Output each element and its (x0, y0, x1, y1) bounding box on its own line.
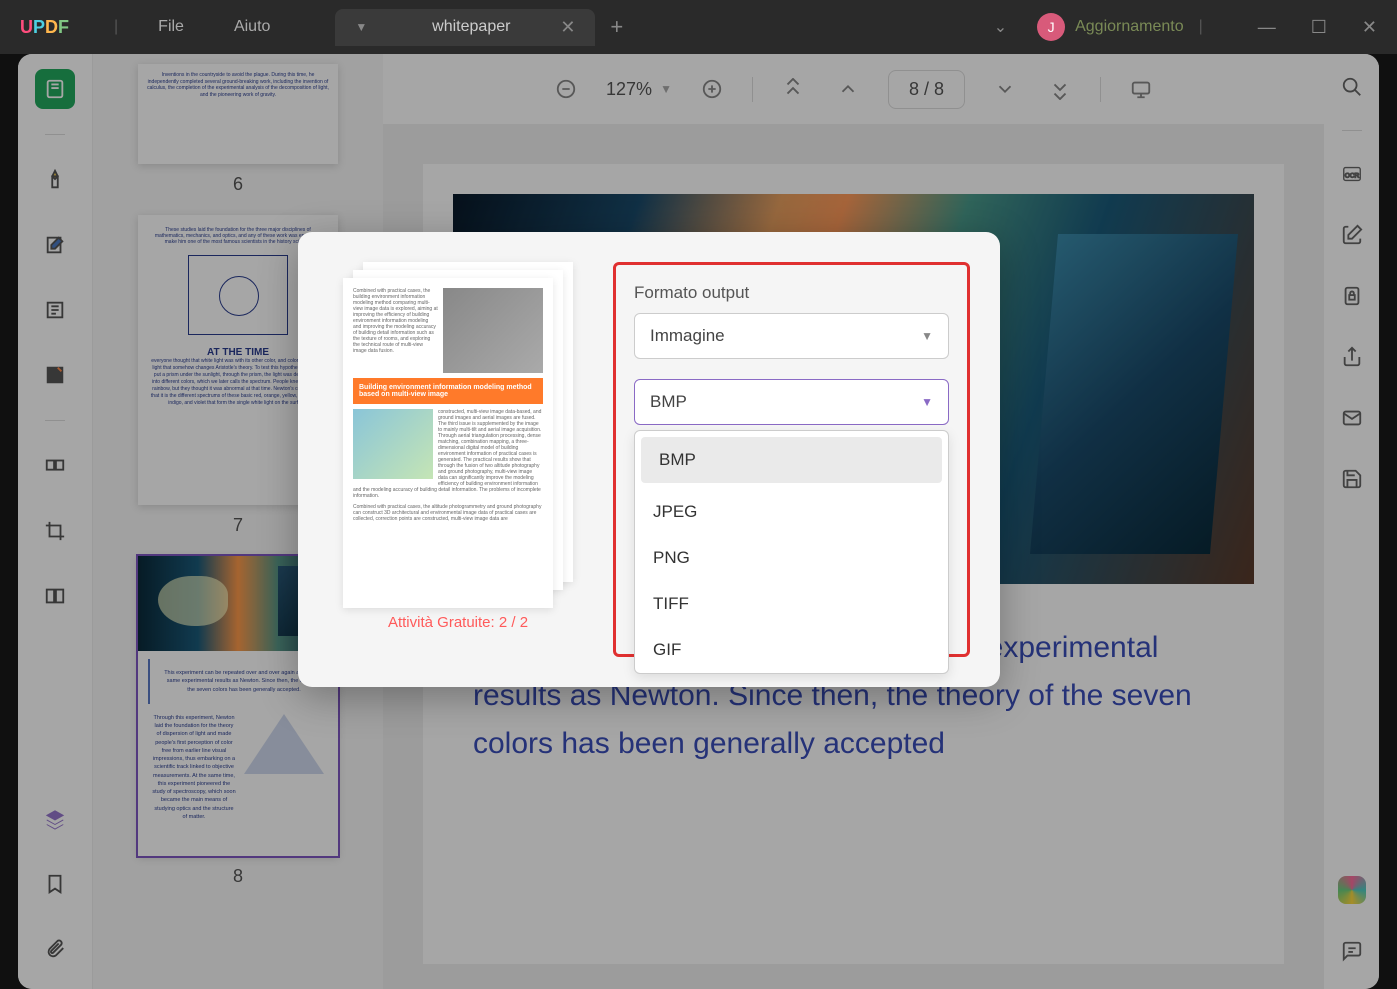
prev-page-button[interactable] (833, 74, 863, 104)
bookmark-icon[interactable] (35, 864, 75, 904)
tab-close-icon[interactable]: ✕ (560, 17, 575, 38)
top-toolbar: 127%▼ 8 / 8 (383, 54, 1324, 124)
export-modal: Combined with practical cases, the build… (298, 232, 1000, 687)
organize-icon[interactable] (35, 446, 75, 486)
highlighter-icon[interactable] (35, 160, 75, 200)
layers-icon[interactable] (35, 799, 75, 839)
avatar: J (1037, 13, 1065, 41)
thumbnail-6[interactable]: Inventions in the countryside to avoid t… (113, 64, 363, 195)
image-format-select[interactable]: BMP ▼ (634, 379, 949, 425)
last-page-button[interactable] (1045, 74, 1075, 104)
svg-text:OCR: OCR (1344, 173, 1359, 180)
image-format-dropdown: BMP JPEG PNG TIFF GIF (634, 430, 949, 674)
ocr-icon[interactable]: OCR (1334, 156, 1370, 192)
document-tab[interactable]: ▼ whitepaper ✕ (335, 9, 595, 46)
convert-icon[interactable] (1334, 217, 1370, 253)
dropdown-option-jpeg[interactable]: JPEG (635, 489, 948, 535)
maximize-button[interactable]: ☐ (1311, 17, 1327, 38)
pages-icon[interactable] (35, 290, 75, 330)
dropdown-option-tiff[interactable]: TIFF (635, 581, 948, 627)
format-type-select[interactable]: Immagine ▼ (634, 313, 949, 359)
preview-stack: Combined with practical cases, the build… (343, 262, 573, 602)
title-bar: UPDF | File Aiuto ▼ whitepaper ✕ + ⌄ J A… (0, 0, 1397, 54)
share-icon[interactable] (1334, 339, 1370, 375)
close-button[interactable]: ✕ (1362, 17, 1377, 38)
app-logo: UPDF (20, 17, 69, 38)
presentation-icon[interactable] (1126, 74, 1156, 104)
update-label: Aggiornamento (1075, 18, 1184, 36)
chevron-down-icon: ▼ (660, 82, 672, 96)
zoom-in-button[interactable] (697, 74, 727, 104)
tab-dropdown-icon[interactable]: ▼ (355, 20, 367, 34)
free-activities-label: Attività Gratuite: 2 / 2 (388, 614, 528, 631)
reader-mode-icon[interactable] (35, 69, 75, 109)
left-sidebar (18, 54, 93, 989)
page-number-input[interactable]: 8 / 8 (888, 70, 965, 109)
form-icon[interactable] (35, 355, 75, 395)
next-page-button[interactable] (990, 74, 1020, 104)
zoom-out-button[interactable] (551, 74, 581, 104)
dropdown-option-gif[interactable]: GIF (635, 627, 948, 673)
protect-icon[interactable] (1334, 278, 1370, 314)
user-badge[interactable]: J Aggiornamento (1037, 13, 1184, 41)
menu-file[interactable]: File (158, 18, 184, 36)
chevron-down-icon: ▼ (921, 329, 933, 343)
tabs-overflow-icon[interactable]: ⌄ (994, 17, 1007, 37)
ai-assistant-icon[interactable] (1334, 872, 1370, 908)
compare-icon[interactable] (35, 576, 75, 616)
first-page-button[interactable] (778, 74, 808, 104)
modal-form-panel: Formato output Immagine ▼ BMP ▼ BMP JPEG… (613, 262, 970, 657)
output-format-label: Formato output (634, 283, 949, 303)
comment-icon[interactable] (1334, 933, 1370, 969)
add-tab-button[interactable]: + (610, 14, 623, 40)
chevron-down-icon: ▼ (921, 395, 933, 409)
minimize-button[interactable]: — (1258, 17, 1276, 38)
attachment-icon[interactable] (35, 929, 75, 969)
email-icon[interactable] (1334, 400, 1370, 436)
menu-help[interactable]: Aiuto (234, 18, 270, 36)
tab-title: whitepaper (432, 18, 510, 36)
zoom-level[interactable]: 127%▼ (606, 79, 672, 100)
window-controls: — ☐ ✕ (1258, 17, 1377, 38)
right-sidebar: OCR (1324, 54, 1379, 989)
edit-page-icon[interactable] (35, 225, 75, 265)
save-icon[interactable] (1334, 461, 1370, 497)
modal-preview-panel: Combined with practical cases, the build… (328, 262, 588, 657)
dropdown-option-png[interactable]: PNG (635, 535, 948, 581)
crop-icon[interactable] (35, 511, 75, 551)
search-icon[interactable] (1334, 69, 1370, 105)
dropdown-option-bmp[interactable]: BMP (641, 437, 942, 483)
